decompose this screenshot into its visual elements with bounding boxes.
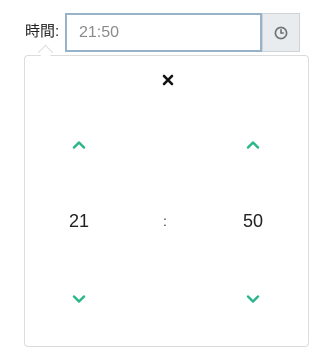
clock-button[interactable]	[262, 13, 300, 52]
time-field-label: 時間:	[25, 23, 60, 40]
hour-value: 21	[68, 211, 90, 231]
chevron-down-icon	[246, 294, 260, 303]
time-picker-page: 時間: 21 : 50	[0, 0, 336, 360]
hour-increment-button[interactable]	[67, 134, 91, 154]
clock-icon	[274, 26, 288, 39]
close-picker-button[interactable]	[159, 71, 177, 89]
time-separator: :	[163, 213, 167, 229]
time-input[interactable]	[65, 13, 262, 52]
minute-increment-button[interactable]	[241, 134, 265, 154]
hour-decrement-button[interactable]	[67, 289, 91, 309]
chevron-up-icon	[246, 140, 260, 149]
minute-value: 50	[242, 211, 264, 231]
chevron-up-icon	[72, 140, 86, 149]
minute-decrement-button[interactable]	[241, 289, 265, 309]
chevron-down-icon	[72, 294, 86, 303]
close-icon	[162, 74, 174, 86]
